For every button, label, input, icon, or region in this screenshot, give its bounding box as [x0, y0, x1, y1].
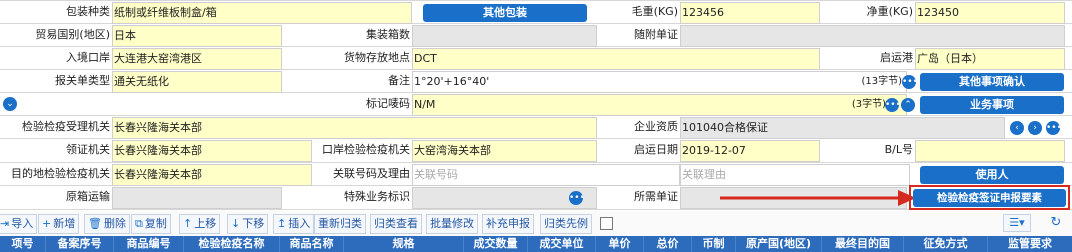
arrow-down-icon: ↓: [231, 217, 241, 230]
declaration-type-label: 报关单类型: [55, 74, 110, 87]
bl-number-field[interactable]: [915, 140, 1065, 162]
move-up-button[interactable]: ↑ 上移: [179, 214, 221, 234]
pack-type-field[interactable]: 纸制或纤维板制盒/箱: [112, 2, 412, 24]
marks-more-icon[interactable]: •••: [885, 98, 899, 112]
marks-byte-count: (3字节): [851, 99, 886, 110]
related-reason-field[interactable]: 关联理由: [680, 164, 910, 186]
related-number-label: 关联号码及理由: [333, 167, 410, 180]
receive-org-label: 领证机关: [66, 143, 110, 156]
original-box-transport-label: 原箱运输: [66, 190, 110, 203]
trash-icon: 🗑: [88, 217, 102, 230]
destination-org-label: 目的地检验检疫机关: [11, 167, 110, 180]
container-count-field: [412, 25, 597, 47]
start-date-field[interactable]: 2019-12-07: [680, 140, 820, 162]
import-button[interactable]: ⇥ 导入: [0, 214, 38, 234]
declaration-type-field[interactable]: 通关无纸化: [112, 71, 282, 93]
related-number-field[interactable]: 关联号码: [412, 164, 680, 186]
arrow-up-icon: ↑: [183, 217, 193, 230]
enterprise-qualification-label: 企业资质: [634, 120, 678, 133]
delete-button[interactable]: 🗑 删除: [84, 214, 130, 234]
inspection-org-label: 检验检疫受理机关: [22, 120, 110, 133]
supplementary-declaration-button[interactable]: 补充申报: [482, 214, 534, 234]
classification-precedent-button[interactable]: 归类先例: [540, 214, 592, 234]
inspection-org-field[interactable]: 长春兴隆海关本部: [112, 117, 597, 139]
annotation-arrow: [720, 190, 916, 206]
expand-chevron-icon[interactable]: ⌄: [3, 97, 17, 111]
other-pack-button[interactable]: 其他包装: [423, 4, 587, 22]
original-box-transport-field[interactable]: [112, 187, 282, 209]
gross-weight-field[interactable]: 123456: [680, 2, 820, 24]
net-weight-field[interactable]: 123450: [915, 2, 1065, 24]
col-header-total-price[interactable]: 总价: [644, 236, 692, 252]
port-inspection-org-label: 口岸检验检疫机关: [322, 143, 410, 156]
inspection-certificate-elements-button[interactable]: 检验检疫签证申报要素: [913, 189, 1066, 207]
port-inspection-org-field[interactable]: 大窑湾海关本部: [412, 140, 597, 162]
destination-org-field[interactable]: 长春兴隆海关本部: [112, 164, 312, 186]
col-header-item-no[interactable]: 项号: [0, 236, 46, 252]
qualification-more-icon[interactable]: •••: [1046, 121, 1060, 135]
col-header-tax-mode[interactable]: 征免方式: [904, 236, 988, 252]
move-down-button[interactable]: ↓ 下移: [227, 214, 269, 234]
next-icon[interactable]: ›: [1028, 121, 1042, 135]
bl-number-label: B/L号: [884, 143, 913, 156]
classification-view-button[interactable]: 归类查看: [370, 214, 422, 234]
col-header-destination-country[interactable]: 最终目的国: [822, 236, 904, 252]
prev-icon[interactable]: ‹: [1010, 121, 1024, 135]
special-business-label: 特殊业务标识: [344, 190, 410, 203]
business-matters-button[interactable]: 业务事项: [920, 96, 1064, 114]
col-header-currency[interactable]: 币制: [692, 236, 736, 252]
col-header-quantity[interactable]: 成交数量: [464, 236, 528, 252]
user-button[interactable]: 使用人: [920, 166, 1064, 184]
attached-docs-label: 随附单证: [634, 28, 678, 41]
col-header-goods-code[interactable]: 商品编号: [114, 236, 184, 252]
copy-button[interactable]: ⧉ 复制: [131, 214, 171, 234]
col-header-record-no[interactable]: 备案序号: [46, 236, 114, 252]
pack-type-label: 包装种类: [66, 5, 110, 18]
copy-icon: ⧉: [135, 217, 143, 230]
container-count-label: 集装箱数: [366, 28, 410, 41]
insert-icon: ↥: [277, 217, 287, 230]
storage-location-label: 货物存放地点: [344, 51, 410, 64]
other-matters-confirm-button[interactable]: 其他事项确认: [920, 73, 1064, 91]
marks-up-icon[interactable]: ⌃: [901, 98, 915, 112]
batch-edit-button[interactable]: 批量修改: [426, 214, 478, 234]
enterprise-qualification-field[interactable]: 101040合格保证: [680, 117, 1005, 139]
remark-label: 备注: [388, 74, 410, 87]
col-header-goods-name[interactable]: 商品名称: [280, 236, 344, 252]
remark-field[interactable]: 1°20'+16°40': [412, 71, 907, 93]
entry-port-label: 入境口岸: [66, 51, 110, 64]
marks-field[interactable]: N/M: [412, 94, 907, 116]
gross-weight-label: 毛重(KG): [631, 5, 678, 18]
trade-country-field[interactable]: 日本: [112, 25, 282, 47]
import-icon: ⇥: [0, 217, 10, 230]
col-header-origin-country[interactable]: 原产国(地区): [736, 236, 822, 252]
remark-byte-count: (13字节): [861, 76, 902, 87]
departure-port-label: 启运港: [880, 51, 913, 64]
trade-country-label: 贸易国别(地区): [35, 28, 110, 41]
attached-docs-field: [680, 25, 1065, 47]
required-docs-label: 所需单证: [634, 190, 678, 203]
remark-more-icon[interactable]: •••: [902, 75, 916, 89]
col-header-specification[interactable]: 规格: [344, 236, 464, 252]
reclassify-button[interactable]: 重新归类: [314, 214, 366, 234]
special-business-more-icon[interactable]: •••: [569, 191, 583, 205]
col-header-supervision[interactable]: 监管要求: [988, 236, 1072, 252]
marks-label: 标记唛码: [366, 97, 410, 110]
column-settings-icon[interactable]: ☰▾: [1003, 214, 1031, 232]
refresh-icon[interactable]: ↻: [1046, 214, 1066, 232]
departure-port-field[interactable]: 广岛（日本）: [915, 48, 1065, 70]
storage-location-field[interactable]: DCT: [412, 48, 820, 70]
entry-port-field[interactable]: 大连港大窑湾港区: [112, 48, 282, 70]
insert-button[interactable]: ↥ 插入: [273, 214, 315, 234]
start-date-label: 启运日期: [634, 143, 678, 156]
receive-org-field[interactable]: 长春兴隆海关本部: [112, 140, 312, 162]
precedent-checkbox[interactable]: [600, 217, 613, 230]
net-weight-label: 净重(KG): [866, 5, 913, 18]
plus-icon: +: [42, 217, 52, 230]
add-button[interactable]: + 新增: [38, 214, 80, 234]
col-header-unit[interactable]: 成交单位: [528, 236, 596, 252]
col-header-unit-price[interactable]: 单价: [596, 236, 644, 252]
col-header-inspection-name[interactable]: 检验检疫名称: [184, 236, 280, 252]
